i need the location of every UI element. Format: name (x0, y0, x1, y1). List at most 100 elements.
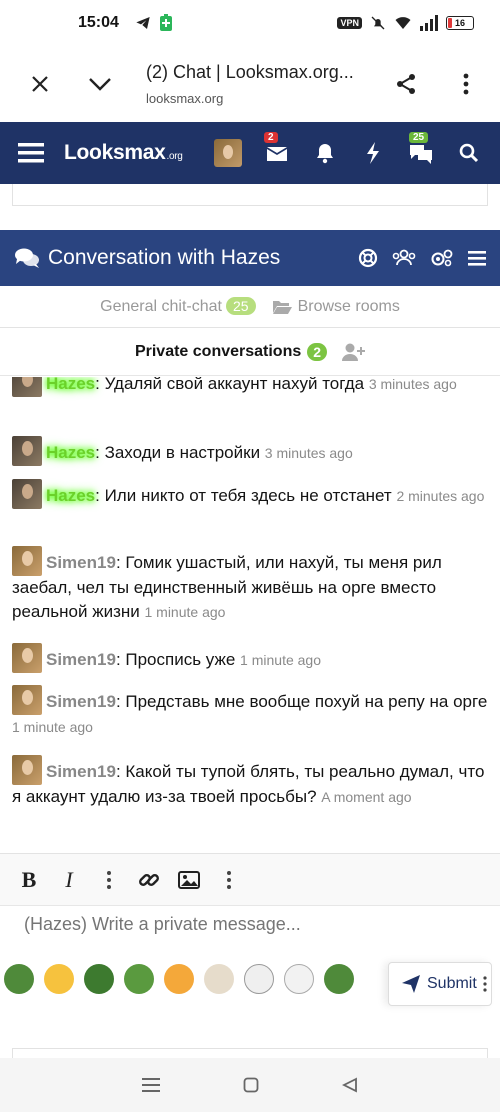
wojak-emoji[interactable] (244, 964, 274, 994)
message-editor: B I Submit (0, 853, 500, 1013)
menu-bars-icon[interactable] (468, 250, 486, 266)
message-text: : Представь мне вообще похуй на репу на … (115, 692, 488, 711)
message-item: Simen19: Представь мне вообще похуй на р… (12, 685, 490, 739)
pepe-emoji[interactable] (84, 964, 114, 994)
private-conversations-count: 2 (307, 342, 328, 361)
message-time: 1 minute ago (240, 652, 321, 668)
page-title: (2) Chat | Looksmax.org... (146, 62, 354, 82)
hamburger-icon[interactable] (18, 142, 44, 164)
inbox-badge: 2 (264, 132, 278, 143)
message-item: Simen19: Какой ты тупой блять, ты реальн… (12, 755, 490, 809)
message-author[interactable]: Hazes (46, 443, 95, 462)
message-author[interactable]: Simen19 (46, 692, 116, 711)
message-author[interactable]: Hazes (46, 377, 95, 393)
avatar[interactable] (12, 546, 42, 576)
message-text: : Проспись уже (115, 650, 241, 669)
user-avatar[interactable] (214, 139, 242, 167)
message-author[interactable]: Simen19 (46, 553, 116, 572)
page-url: looksmax.org (146, 91, 224, 106)
battery-saver-icon (159, 14, 173, 32)
conversation-header: Conversation with Hazes (0, 230, 500, 286)
folder-open-icon (272, 299, 292, 315)
vpn-badge: VPN (337, 17, 362, 29)
editor-toolbar: B I (0, 854, 500, 906)
general-chat-tab[interactable]: General chit-chat 25 (100, 297, 256, 316)
message-input[interactable] (24, 914, 464, 935)
signal-icon (420, 15, 438, 31)
status-bar: 15:04 VPN 16 (0, 0, 500, 46)
chat-badge: 25 (409, 132, 429, 143)
chat-icon[interactable]: 25 (408, 132, 434, 166)
lightning-icon[interactable] (360, 140, 386, 166)
message-item: Simen19: Гомик ушастый, или нахуй, ты ме… (12, 546, 490, 624)
submit-button[interactable]: Submit (388, 962, 492, 1006)
add-user-icon[interactable] (341, 342, 366, 362)
bold-button[interactable]: B (18, 867, 40, 892)
browser-title-area[interactable]: (2) Chat | Looksmax.org... looksmax.org (146, 62, 366, 106)
pepe-emoji[interactable] (4, 964, 34, 994)
search-icon[interactable] (456, 140, 482, 166)
settings-cogs-icon[interactable] (430, 248, 454, 268)
site-nav: Looksmax.org 2 25 (0, 122, 500, 184)
message-author[interactable]: Simen19 (46, 650, 116, 669)
avatar[interactable] (12, 643, 42, 673)
mute-icon (370, 15, 386, 31)
avatar[interactable] (12, 436, 42, 466)
message-time: 1 minute ago (144, 604, 226, 620)
lifebuoy-icon[interactable] (358, 248, 378, 268)
more-options-icon[interactable] (218, 869, 240, 891)
more-options-icon[interactable] (98, 869, 120, 891)
content-panel-edge (12, 184, 488, 206)
message-time: 2 minutes ago (396, 488, 485, 504)
wojak-emoji[interactable] (284, 964, 314, 994)
avatar[interactable] (12, 479, 42, 509)
telegram-icon (135, 15, 151, 31)
site-logo[interactable]: Looksmax.org (64, 141, 183, 165)
browse-rooms-tab[interactable]: Browse rooms (272, 298, 400, 316)
submit-label: Submit (427, 975, 477, 992)
rooms-tabs: General chit-chat 25 Browse rooms (0, 286, 500, 328)
close-icon[interactable] (20, 64, 60, 104)
chevron-down-icon[interactable] (80, 64, 120, 104)
message-item: Hazes: Или никто от тебя здесь не отстан… (12, 479, 490, 509)
inbox-icon[interactable]: 2 (264, 132, 290, 166)
bell-icon[interactable] (312, 140, 338, 166)
back-icon[interactable] (342, 1077, 358, 1093)
messages-list: Hazes: Удаляй свой аккаунт нахуй тогда 3… (0, 377, 500, 852)
general-chat-count: 25 (226, 297, 256, 315)
send-icon (401, 974, 421, 994)
message-text: : Удаляй свой аккаунт нахуй тогда (95, 377, 369, 393)
avatar[interactable] (12, 685, 42, 715)
browser-bar: (2) Chat | Looksmax.org... looksmax.org (0, 46, 500, 122)
home-icon[interactable] (243, 1077, 259, 1093)
status-time: 15:04 (78, 14, 119, 31)
share-icon[interactable] (386, 64, 426, 104)
message-item: Hazes: Заходи в настройки 3 minutes ago (12, 436, 490, 466)
pepe-emoji[interactable] (324, 964, 354, 994)
recent-apps-icon[interactable] (141, 1077, 160, 1093)
avatar[interactable] (12, 377, 42, 397)
message-author[interactable]: Simen19 (46, 762, 116, 781)
message-item: Simen19: Проспись уже 1 minute ago (12, 643, 490, 673)
avatar[interactable] (12, 755, 42, 785)
more-vertical-icon[interactable] (483, 976, 487, 992)
message-text: : Или никто от тебя здесь не отстанет (95, 486, 397, 505)
laughing-emoji[interactable] (44, 964, 74, 994)
message-time: 1 minute ago (12, 719, 93, 735)
message-author[interactable]: Hazes (46, 486, 95, 505)
content-panel-edge (12, 1048, 488, 1058)
grinning-emoji[interactable] (164, 964, 194, 994)
pepe-emoji[interactable] (124, 964, 154, 994)
message-time: 3 minutes ago (368, 377, 457, 392)
wifi-icon (394, 15, 412, 31)
users-icon[interactable] (392, 248, 416, 268)
comments-icon (14, 247, 40, 269)
message-text: : Заходи в настройки (95, 443, 265, 462)
message-time: A moment ago (321, 789, 412, 805)
more-vertical-icon[interactable] (446, 64, 486, 104)
image-icon[interactable] (178, 869, 200, 891)
private-conversations-tab[interactable]: Private conversations 2 (0, 328, 500, 376)
link-icon[interactable] (138, 869, 160, 891)
wojak-emoji[interactable] (204, 964, 234, 994)
italic-button[interactable]: I (58, 867, 80, 892)
